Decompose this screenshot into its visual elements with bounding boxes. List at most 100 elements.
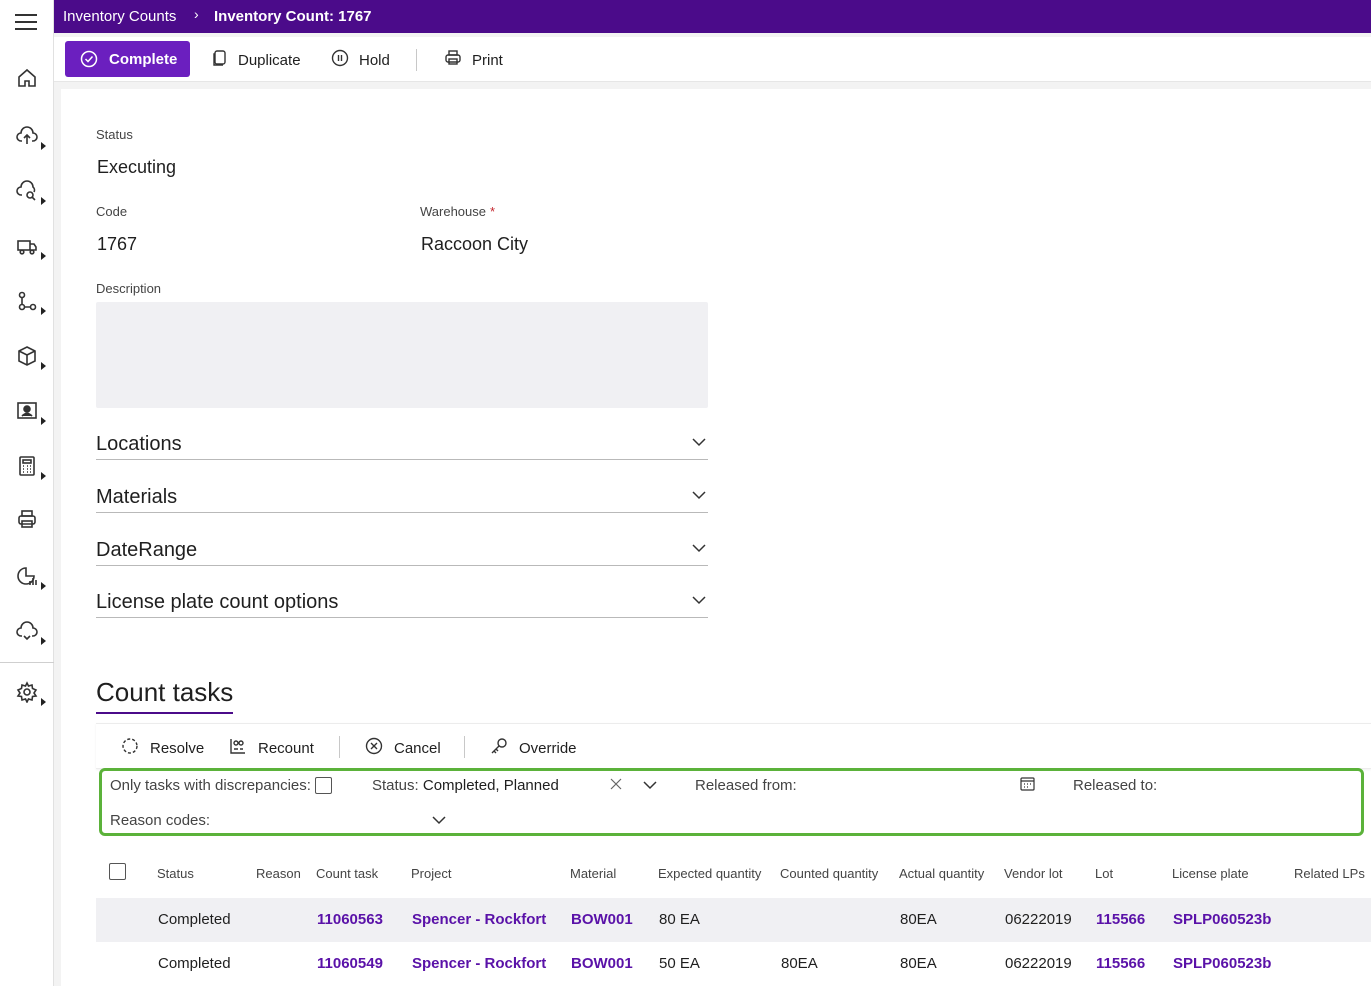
truck-icon — [17, 240, 37, 255]
sidebar-item-settings[interactable] — [0, 672, 54, 712]
row-actual-qty: 80EA — [900, 955, 937, 972]
hold-button[interactable]: Hold — [331, 48, 401, 72]
toolbar-divider — [339, 736, 340, 758]
override-button[interactable]: Override — [490, 736, 585, 760]
status-filter-value: Completed, Planned — [422, 777, 559, 794]
calendar-icon[interactable] — [1020, 776, 1035, 791]
cancel-button[interactable]: Cancel — [365, 736, 445, 760]
description-textarea[interactable] — [96, 302, 708, 408]
count-tasks-filter-panel: Only tasks with discrepancies: Status: C… — [99, 768, 1364, 836]
sidebar-item-reports[interactable] — [0, 556, 54, 596]
row-material-link[interactable]: BOW001 — [571, 911, 633, 928]
section-materials[interactable]: Materials — [96, 480, 708, 513]
complete-button[interactable]: Complete — [65, 41, 190, 77]
chevron-down-icon — [692, 491, 706, 500]
row-lot-link[interactable]: 115566 — [1096, 911, 1145, 928]
sidebar-item-sync[interactable] — [0, 611, 54, 651]
row-expected-qty: 50 EA — [659, 955, 700, 972]
table-row[interactable]: Completed 11060563 Spencer - Rockfort BO… — [96, 898, 1371, 942]
row-counted-qty: 80EA — [781, 955, 818, 972]
box-icon — [18, 346, 36, 366]
col-status[interactable]: Status — [157, 866, 194, 881]
print-button-label: Print — [472, 52, 503, 69]
chevron-down-icon — [692, 544, 706, 553]
sidebar-item-home[interactable] — [0, 58, 54, 98]
sidebar-item-calculator[interactable] — [0, 446, 54, 486]
row-count-task-link[interactable]: 11060563 — [317, 911, 383, 928]
top-header-bar: Inventory Counts › Inventory Count: 1767 — [54, 0, 1371, 33]
warehouse-label-text: Warehouse — [420, 204, 486, 219]
command-toolbar: Complete Duplicate Hold Print — [54, 37, 1371, 82]
sidebar-item-workflow[interactable] — [0, 281, 54, 321]
row-status: Completed — [158, 955, 231, 972]
section-locations[interactable]: Locations — [96, 427, 708, 460]
breadcrumb-parent-link[interactable]: Inventory Counts — [63, 8, 176, 25]
row-vendor-lot: 06222019 — [1005, 955, 1072, 972]
cancel-button-label: Cancel — [394, 740, 441, 757]
row-license-plate-link[interactable]: SPLP060523b — [1173, 911, 1271, 928]
col-related-lps[interactable]: Related LPs — [1294, 866, 1365, 881]
resolve-button[interactable]: Resolve — [121, 736, 211, 760]
clear-filter-icon[interactable] — [610, 778, 622, 790]
row-material-link[interactable]: BOW001 — [571, 955, 633, 972]
sidebar-item-print[interactable] — [0, 499, 54, 539]
sidebar-item-inventory[interactable] — [0, 336, 54, 376]
workflow-icon — [18, 291, 37, 311]
section-daterange-label: DateRange — [96, 539, 198, 561]
recount-button-label: Recount — [258, 740, 314, 757]
calculator-icon — [19, 456, 35, 476]
released-to-label: Released to: — [1073, 777, 1158, 794]
col-vendor-lot[interactable]: Vendor lot — [1004, 866, 1063, 881]
breadcrumb-current: Inventory Count: 1767 — [214, 8, 372, 25]
hold-button-label: Hold — [359, 52, 390, 69]
main-panel: Status Executing Code 1767 Warehouse * Ra… — [61, 89, 1371, 986]
col-actual-qty[interactable]: Actual quantity — [899, 866, 984, 881]
sidebar-item-upload[interactable] — [0, 116, 54, 156]
col-lot[interactable]: Lot — [1095, 866, 1113, 881]
row-expected-qty: 80 EA — [659, 911, 700, 928]
recount-button[interactable]: Recount — [229, 736, 324, 760]
col-material[interactable]: Material — [570, 866, 616, 881]
col-count-task[interactable]: Count task — [316, 866, 378, 881]
description-label: Description — [96, 281, 162, 296]
row-status: Completed — [158, 911, 231, 928]
sidebar-item-shipping[interactable] — [0, 226, 54, 266]
discrepancies-checkbox[interactable] — [315, 777, 333, 794]
discrepancies-filter: Only tasks with discrepancies: — [110, 777, 333, 794]
print-button[interactable]: Print — [444, 48, 514, 72]
col-expected-qty[interactable]: Expected quantity — [658, 866, 761, 881]
settings-gear-icon — [16, 681, 38, 703]
hamburger-menu-icon[interactable] — [15, 14, 37, 32]
check-circle-icon — [80, 50, 98, 68]
row-vendor-lot: 06222019 — [1005, 911, 1072, 928]
cancel-circle-icon — [365, 737, 383, 755]
section-daterange[interactable]: DateRange — [96, 533, 708, 566]
discrepancies-label: Only tasks with discrepancies: — [110, 777, 311, 794]
resolve-button-label: Resolve — [150, 740, 205, 757]
col-project[interactable]: Project — [411, 866, 451, 881]
row-project-link[interactable]: Spencer - Rockfort — [412, 955, 546, 972]
toolbar-divider — [416, 49, 417, 71]
table-row[interactable]: Completed 11060549 Spencer - Rockfort BO… — [96, 942, 1371, 986]
released-from-label: Released from: — [695, 777, 797, 794]
duplicate-button[interactable]: Duplicate — [211, 48, 311, 72]
select-all-checkbox[interactable] — [109, 863, 126, 880]
cloud-upload-icon — [16, 126, 38, 144]
row-license-plate-link[interactable]: SPLP060523b — [1173, 955, 1271, 972]
row-project-link[interactable]: Spencer - Rockfort — [412, 911, 546, 928]
col-license-plate[interactable]: License plate — [1172, 866, 1249, 881]
col-counted-qty[interactable]: Counted quantity — [780, 866, 878, 881]
user-card-icon — [17, 402, 37, 419]
chevron-down-icon — [692, 438, 706, 447]
col-reason[interactable]: Reason — [256, 866, 301, 881]
chevron-down-icon — [692, 596, 706, 605]
warehouse-value[interactable]: Raccoon City — [421, 234, 528, 255]
sidebar-item-users[interactable] — [0, 391, 54, 431]
status-filter[interactable]: Status: Completed, Planned — [372, 777, 559, 794]
sidebar-item-search[interactable] — [0, 171, 54, 211]
row-lot-link[interactable]: 115566 — [1096, 955, 1145, 972]
status-dropdown-chevron-icon[interactable] — [643, 780, 657, 790]
row-count-task-link[interactable]: 11060549 — [317, 955, 383, 972]
section-license-plate-options[interactable]: License plate count options — [96, 585, 708, 618]
reason-codes-chevron-icon[interactable] — [432, 815, 446, 825]
